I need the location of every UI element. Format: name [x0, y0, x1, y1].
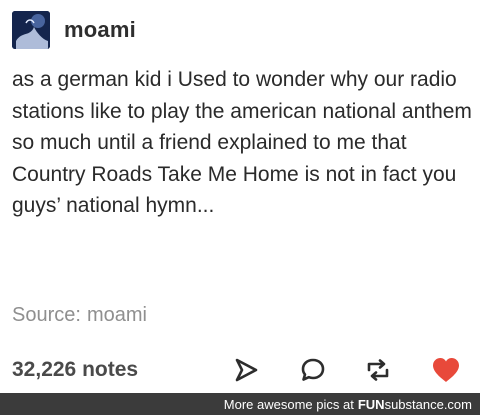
- watermark-text: More awesome pics at: [223, 396, 354, 412]
- share-icon[interactable]: [230, 354, 262, 386]
- post-header: moami: [12, 10, 136, 50]
- post-footer: 32,226 notes: [0, 350, 480, 390]
- post-body: as a german kid i Used to wonder why our…: [12, 68, 472, 217]
- avatar-image: [12, 11, 50, 49]
- avatar[interactable]: [12, 11, 50, 49]
- site-watermark: More awesome pics at FUN substance.com: [0, 393, 480, 415]
- tumblr-post: moami as a german kid i Used to wonder w…: [0, 0, 480, 393]
- username[interactable]: moami: [64, 17, 136, 43]
- source-label: Source:: [12, 304, 81, 326]
- post-source: Source: moami: [12, 304, 147, 327]
- heart-icon[interactable]: [430, 354, 462, 386]
- watermark-brand-rest: substance.com: [384, 396, 472, 412]
- source-link[interactable]: moami: [87, 304, 147, 327]
- reply-icon[interactable]: [297, 354, 329, 386]
- reblog-icon[interactable]: [362, 354, 394, 386]
- watermark-brand-bold: FUN: [357, 396, 385, 412]
- notes-count[interactable]: 32,226 notes: [12, 358, 138, 382]
